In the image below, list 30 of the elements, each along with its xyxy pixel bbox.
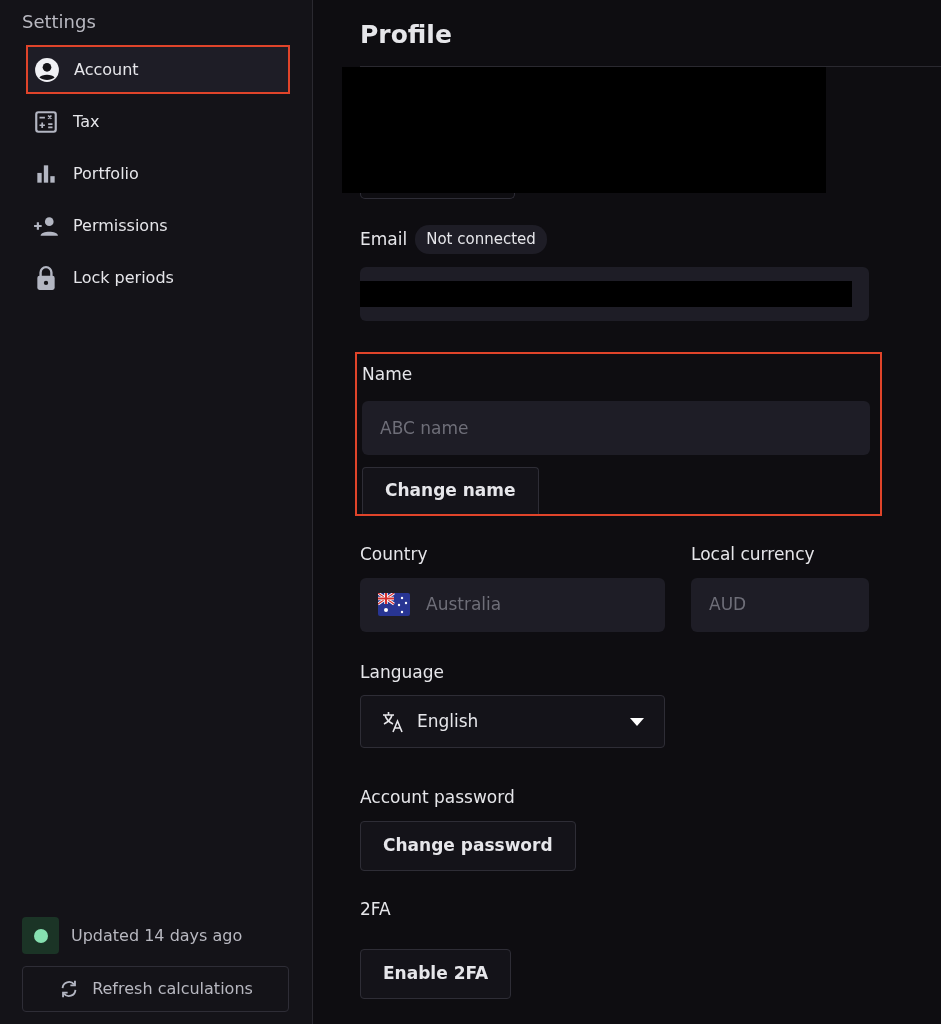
enable-2fa-button[interactable]: Enable 2FA — [360, 949, 512, 999]
field-label: Language — [360, 660, 445, 684]
email-field[interactable] — [360, 266, 869, 321]
field-label: Local currency — [691, 543, 816, 566]
calculator-icon — [33, 108, 59, 135]
sidebar-item[interactable]: Lock periods — [26, 253, 290, 302]
name-input[interactable]: ABC name — [362, 401, 870, 455]
change-name-button[interactable]: Change name — [362, 467, 539, 514]
sidebar-item[interactable]: Portfolio — [26, 149, 290, 198]
translate-icon — [381, 709, 405, 734]
status-text: Updated 14 days ago — [71, 924, 243, 947]
field-label: Account password — [360, 786, 516, 809]
field-value: Australia — [426, 592, 502, 616]
sidebar-item[interactable]: Account — [26, 45, 290, 94]
flag-icon — [378, 593, 410, 616]
field-label: Country — [360, 543, 429, 566]
page-title: Profile — [360, 22, 453, 48]
sidebar-item[interactable]: Tax — [26, 97, 290, 146]
change-password-button[interactable]: Change password — [360, 820, 576, 871]
refresh-button[interactable]: Refresh calculations — [22, 966, 289, 1012]
dropdown-caret-icon — [630, 717, 644, 726]
status-badge: Not connected — [415, 225, 547, 254]
sidebar-item[interactable]: Permissions — [26, 201, 290, 250]
field-label: Name — [362, 362, 414, 386]
select-value: English — [417, 709, 480, 733]
field-label: Email — [360, 227, 408, 251]
language-select[interactable]: English — [360, 695, 665, 748]
sidebar-title: Settings — [22, 10, 97, 34]
field-label: 2FA — [360, 897, 392, 921]
person-icon — [34, 56, 60, 83]
